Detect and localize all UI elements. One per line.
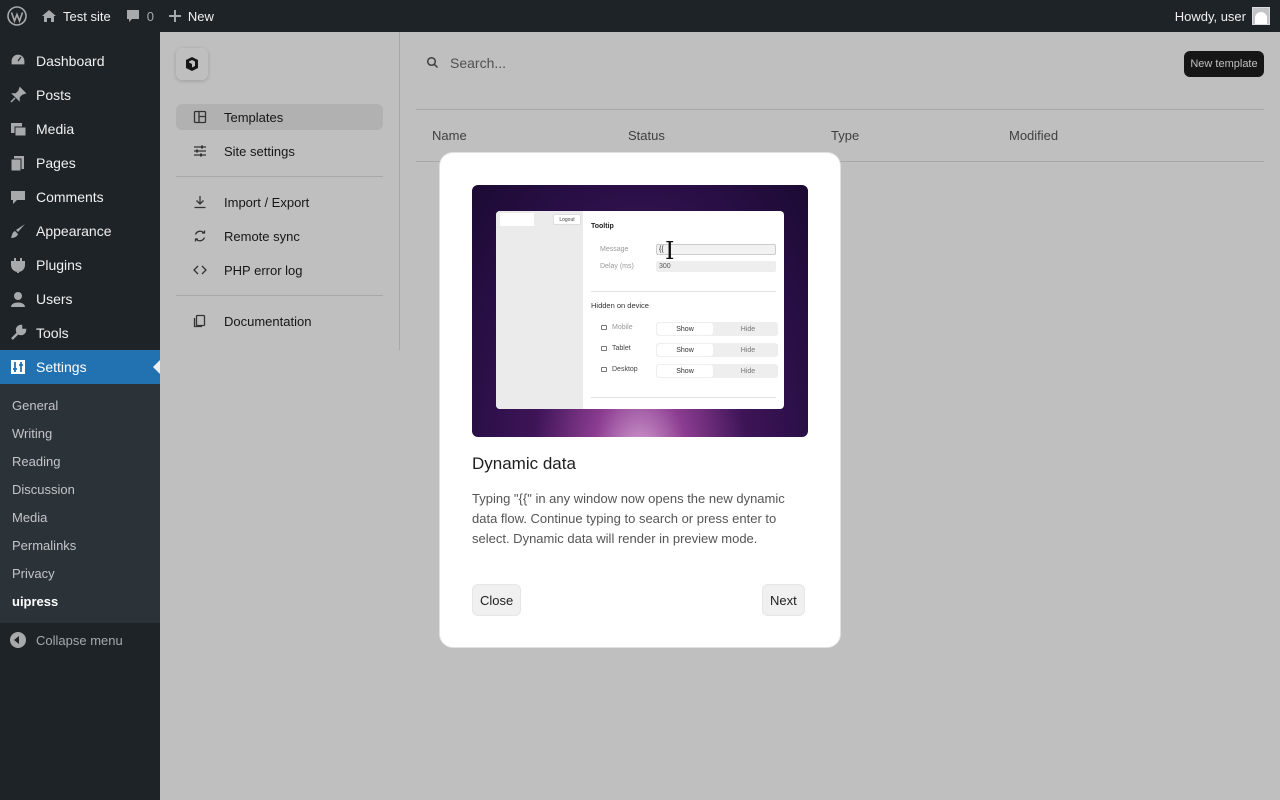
site-name: Test site bbox=[63, 8, 111, 24]
menu-label: Users bbox=[36, 291, 73, 307]
submenu-item-permalinks[interactable]: Permalinks bbox=[0, 531, 160, 559]
submenu-item-discussion[interactable]: Discussion bbox=[0, 475, 160, 503]
user-icon bbox=[0, 290, 36, 308]
greeting: Howdy, user bbox=[1174, 8, 1246, 24]
whats-new-modal: Logout Tooltip Message {{ Delay (ms) 300… bbox=[439, 152, 841, 648]
preview-logout: Logout bbox=[553, 214, 581, 225]
preview-screenshot: Logout Tooltip Message {{ Delay (ms) 300… bbox=[496, 211, 784, 409]
preview-heading: Tooltip bbox=[591, 223, 614, 230]
comments-count: 0 bbox=[146, 8, 154, 24]
close-button[interactable]: Close bbox=[472, 584, 522, 616]
preview-message-value: {{ bbox=[659, 246, 664, 253]
preview-hide: Hide bbox=[740, 367, 756, 375]
menu-label: Comments bbox=[36, 189, 104, 205]
submenu-item-reading[interactable]: Reading bbox=[0, 447, 160, 475]
collapse-label: Collapse menu bbox=[36, 632, 123, 648]
menu-item-settings[interactable]: Settings bbox=[0, 350, 160, 384]
submenu-item-writing[interactable]: Writing bbox=[0, 419, 160, 447]
pages-icon bbox=[0, 154, 36, 172]
next-button[interactable]: Next bbox=[762, 584, 805, 616]
settings-icon bbox=[0, 358, 36, 376]
modal-title: Dynamic data bbox=[472, 454, 576, 473]
avatar bbox=[1252, 7, 1270, 25]
preview-device-tablet: Tablet bbox=[612, 345, 631, 352]
preview-hidden-label: Hidden on device bbox=[591, 301, 649, 310]
new-content-link[interactable]: New bbox=[161, 0, 221, 32]
menu-item-comments[interactable]: Comments bbox=[0, 180, 160, 214]
menu-item-appearance[interactable]: Appearance bbox=[0, 214, 160, 248]
submenu-item-uipress[interactable]: uipress bbox=[0, 587, 160, 615]
preview-show: Show bbox=[657, 344, 713, 356]
menu-label: Tools bbox=[36, 325, 69, 341]
settings-submenu: General Writing Reading Discussion Media… bbox=[0, 384, 160, 623]
preview-show: Show bbox=[657, 323, 713, 335]
comments-link[interactable]: 0 bbox=[118, 0, 161, 32]
menu-item-media[interactable]: Media bbox=[0, 112, 160, 146]
pin-icon bbox=[0, 86, 36, 104]
submenu-item-media[interactable]: Media bbox=[0, 503, 160, 531]
comment-icon bbox=[0, 188, 36, 206]
collapse-menu-button[interactable]: Collapse menu bbox=[0, 623, 160, 657]
feature-preview-image: Logout Tooltip Message {{ Delay (ms) 300… bbox=[472, 185, 808, 437]
menu-label: Media bbox=[36, 121, 75, 137]
home-icon bbox=[41, 8, 57, 24]
menu-item-tools[interactable]: Tools bbox=[0, 316, 160, 350]
collapse-arrow-icon bbox=[0, 632, 36, 648]
menu-item-users[interactable]: Users bbox=[0, 282, 160, 316]
wordpress-logo-icon[interactable] bbox=[0, 0, 34, 32]
preview-delay-label: Delay (ms) bbox=[600, 263, 634, 270]
brush-icon bbox=[0, 222, 36, 240]
text-cursor-icon: I bbox=[665, 237, 675, 265]
my-account-link[interactable]: Howdy, user bbox=[1168, 0, 1280, 32]
submenu-item-privacy[interactable]: Privacy bbox=[0, 559, 160, 587]
dashboard-icon bbox=[0, 52, 36, 70]
preview-device-desktop: Desktop bbox=[612, 366, 638, 373]
menu-item-pages[interactable]: Pages bbox=[0, 146, 160, 180]
wrench-icon bbox=[0, 324, 36, 342]
menu-label: Dashboard bbox=[36, 53, 105, 69]
preview-hide: Hide bbox=[740, 325, 756, 333]
menu-label: Plugins bbox=[36, 257, 82, 273]
submenu-item-general[interactable]: General bbox=[0, 391, 160, 419]
menu-label: Pages bbox=[36, 155, 76, 171]
admin-bar: Test site 0 New Howdy, user bbox=[0, 0, 1280, 32]
site-name-link[interactable]: Test site bbox=[34, 0, 118, 32]
new-label: New bbox=[187, 8, 214, 24]
menu-label: Appearance bbox=[36, 223, 112, 239]
menu-item-plugins[interactable]: Plugins bbox=[0, 248, 160, 282]
modal-description: Typing "{{" in any window now opens the … bbox=[472, 491, 785, 546]
admin-menu: Dashboard Posts Media Pages Comments App… bbox=[0, 32, 160, 800]
preview-show: Show bbox=[657, 365, 713, 377]
preview-hide: Hide bbox=[740, 346, 756, 354]
media-icon bbox=[0, 120, 36, 138]
plus-icon bbox=[168, 9, 182, 23]
preview-message-label: Message bbox=[600, 246, 629, 253]
menu-label: Posts bbox=[36, 87, 72, 103]
menu-item-dashboard[interactable]: Dashboard bbox=[0, 44, 160, 78]
preview-device-mobile: Mobile bbox=[612, 324, 633, 331]
plug-icon bbox=[0, 256, 36, 274]
comment-icon bbox=[125, 8, 141, 24]
menu-label: Settings bbox=[36, 359, 87, 375]
menu-item-posts[interactable]: Posts bbox=[0, 78, 160, 112]
